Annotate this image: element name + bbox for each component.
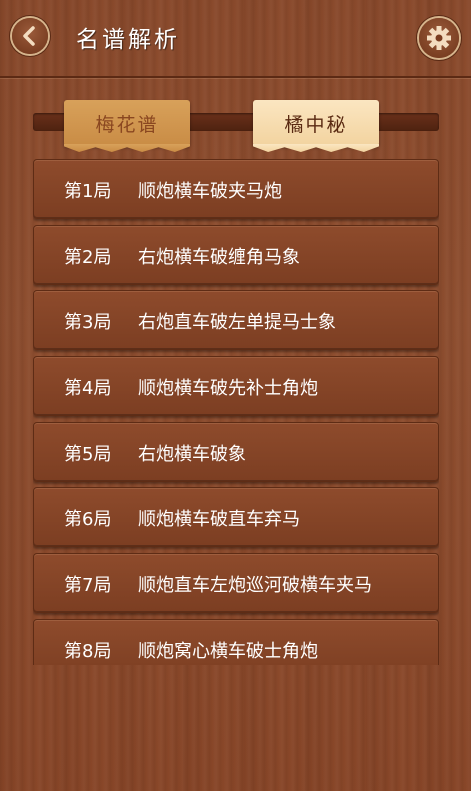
- tab-meihuapu[interactable]: 梅花谱: [64, 100, 190, 146]
- game-number: 第3局: [64, 312, 112, 333]
- list-item[interactable]: 第1局 顺炮横车破夹马炮: [33, 159, 439, 219]
- game-number: 第8局: [64, 641, 112, 662]
- list-item[interactable]: 第5局 右炮横车破象: [33, 422, 439, 482]
- tab-juzhongmi[interactable]: 橘中秘: [253, 100, 379, 146]
- game-name: 顺炮横车破夹马炮: [138, 181, 282, 202]
- game-name: 右炮横车破缠角马象: [138, 247, 300, 268]
- game-number: 第5局: [64, 444, 112, 465]
- game-number: 第6局: [64, 509, 112, 530]
- back-button[interactable]: [12, 18, 48, 54]
- list-item[interactable]: 第4局 顺炮横车破先补士角炮: [33, 356, 439, 416]
- header: 名谱解析: [0, 0, 471, 76]
- game-name: 顺炮直车左炮巡河破横车夹马: [138, 575, 372, 596]
- game-number: 第4局: [64, 378, 112, 399]
- game-list[interactable]: 第1局 顺炮横车破夹马炮 第2局 右炮横车破缠角马象 第3局 右炮直车破左单提马…: [33, 159, 439, 665]
- game-name: 右炮直车破左单提马士象: [138, 312, 336, 333]
- header-divider: [0, 76, 471, 78]
- game-number: 第7局: [64, 575, 112, 596]
- list-item[interactable]: 第6局 顺炮横车破直车弃马: [33, 487, 439, 547]
- game-name: 顺炮横车破直车弃马: [138, 509, 300, 530]
- list-item[interactable]: 第3局 右炮直车破左单提马士象: [33, 290, 439, 350]
- game-name: 顺炮横车破先补士角炮: [138, 378, 318, 399]
- game-number: 第1局: [64, 181, 112, 202]
- page-title: 名谱解析: [76, 27, 180, 53]
- settings-button[interactable]: [419, 18, 459, 58]
- chevron-left-icon: [23, 26, 35, 46]
- list-item[interactable]: 第2局 右炮横车破缠角马象: [33, 225, 439, 285]
- game-name: 右炮横车破象: [138, 444, 246, 465]
- game-name: 顺炮窝心横车破士角炮: [138, 641, 318, 662]
- game-number: 第2局: [64, 247, 112, 268]
- list-item[interactable]: 第7局 顺炮直车左炮巡河破横车夹马: [33, 553, 439, 613]
- gear-icon: [427, 26, 451, 50]
- list-item[interactable]: 第8局 顺炮窝心横车破士角炮: [33, 619, 439, 665]
